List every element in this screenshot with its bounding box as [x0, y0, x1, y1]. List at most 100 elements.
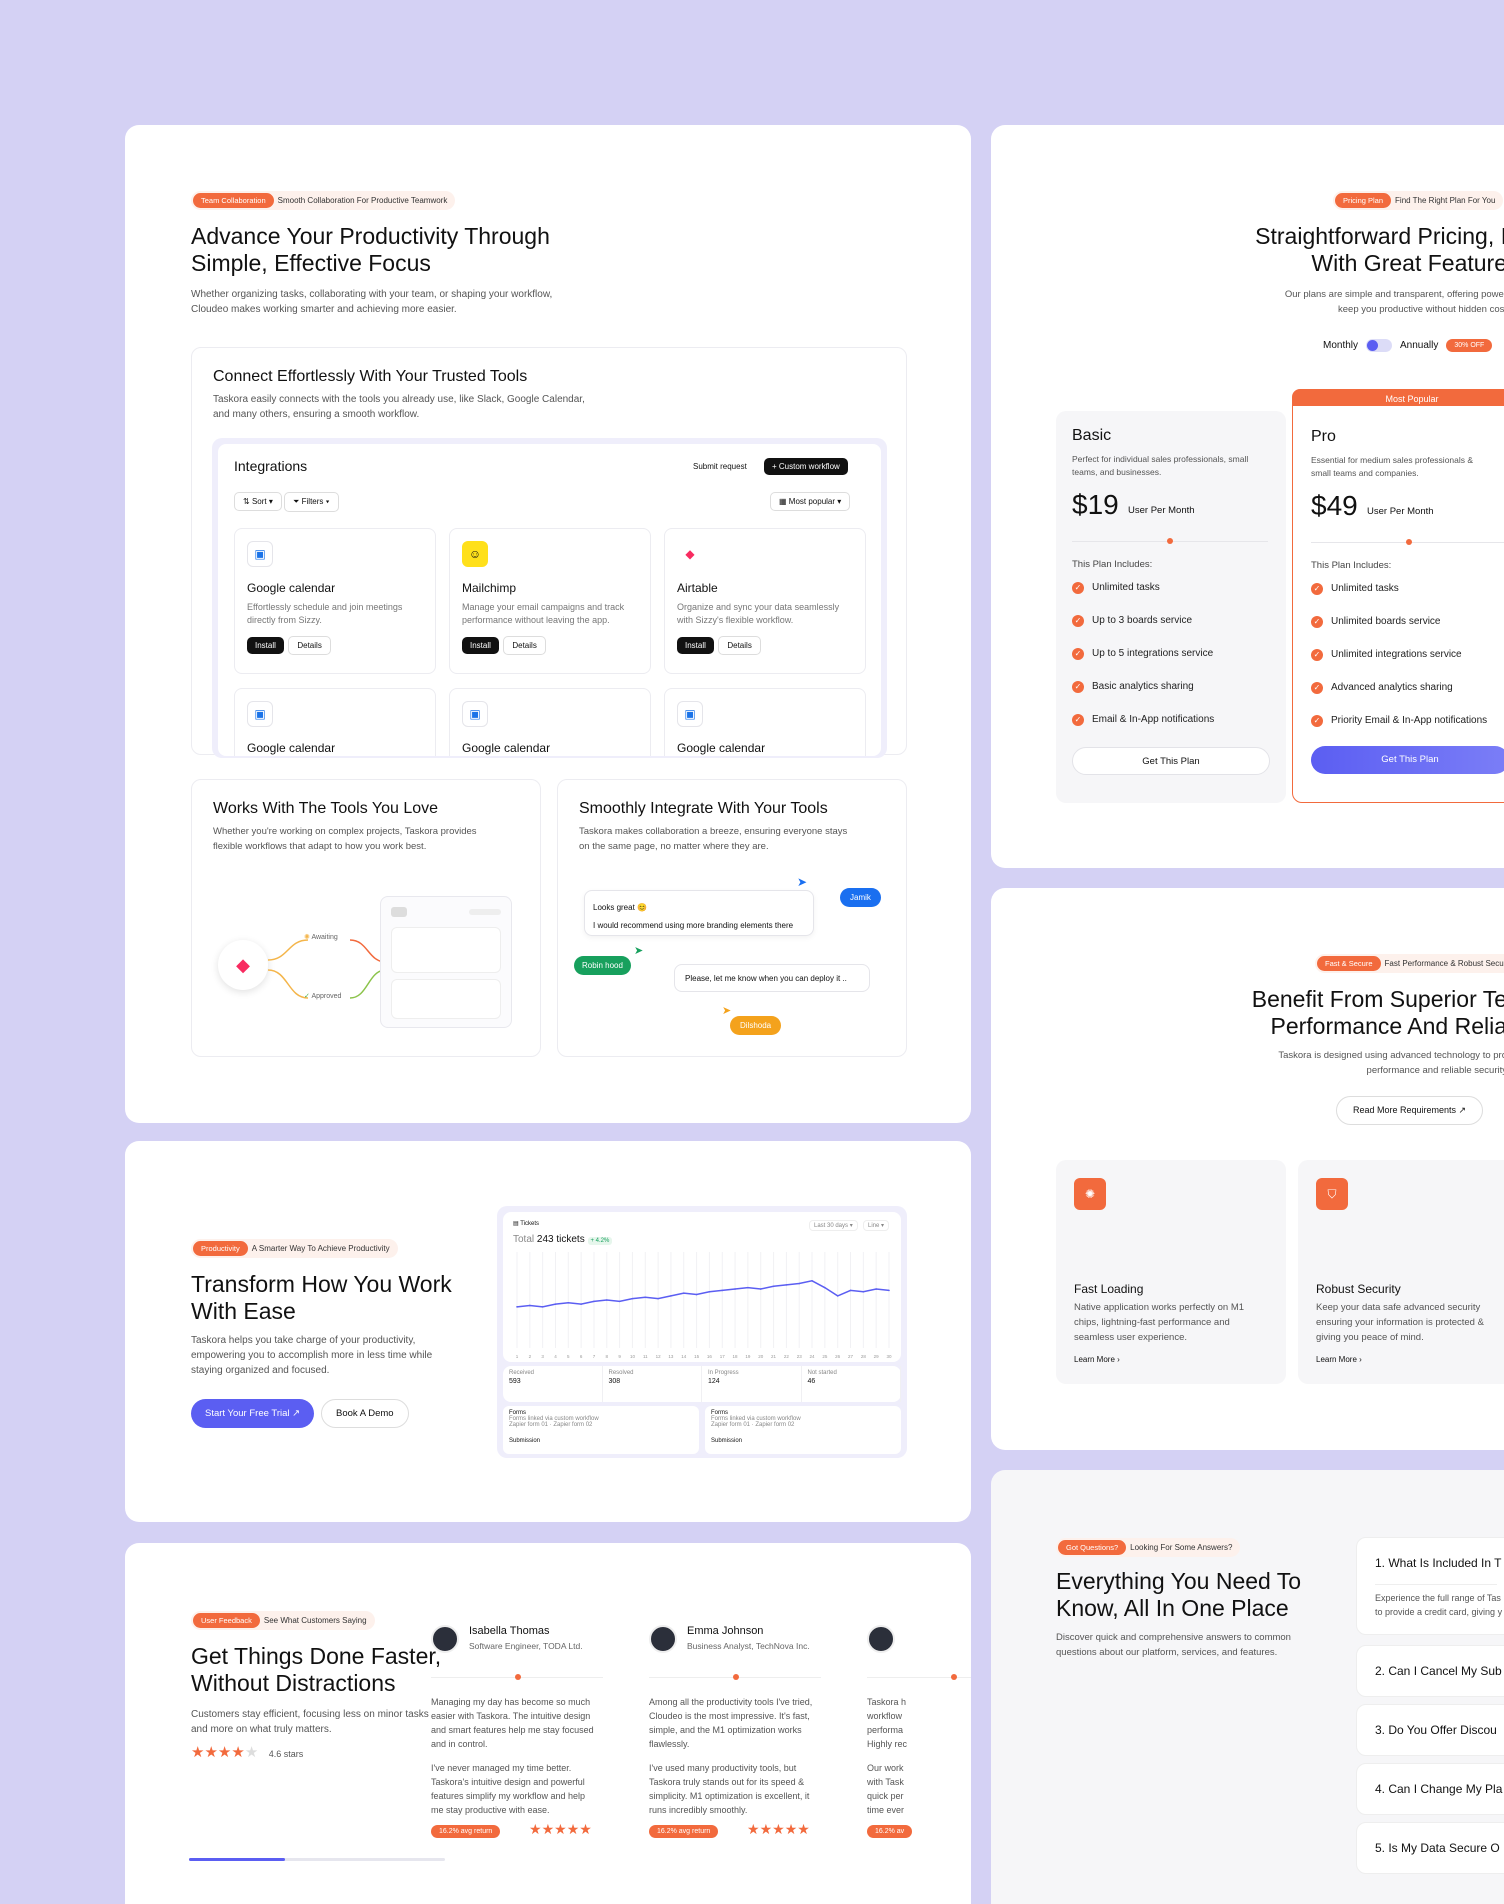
airtable-icon: ◆ [236, 954, 250, 975]
dilshoda-badge: Dilshoda [730, 1016, 782, 1035]
data-point [554, 1303, 557, 1305]
check-icon: ✓ [1311, 615, 1323, 628]
faq-item[interactable]: 3. Do You Offer Discou [1356, 1704, 1504, 1756]
data-point [605, 1299, 608, 1301]
feature-card: ⛉ Robust Security Keep your data safe ad… [1298, 1160, 1504, 1384]
get-plan-button[interactable]: Get This Plan [1072, 747, 1270, 775]
integrations-frame: Integrations Submit request + Custom wor… [212, 438, 887, 758]
data-point [772, 1285, 775, 1288]
tickets-line-chart: 1 2 3 4 5 6 7 8 9 10 11 12 13 14 15 16 17 18 19 20 21 22 23 24 2… [516, 1252, 892, 1359]
stat-cell: Resolved 308 [603, 1366, 702, 1402]
install-button[interactable]: Install [462, 637, 499, 654]
return-badge: 16.2% avg return [649, 1825, 719, 1838]
data-point [541, 1306, 544, 1308]
forms-panel: Forms Forms linked via custom workflow Za… [503, 1406, 699, 1454]
feature-title: Fast Loading [1074, 1282, 1144, 1296]
section-tag: Fast & Secure Fast Performance & Robust S… [1315, 954, 1504, 973]
integration-card: ▣ Google calendar [449, 688, 651, 756]
x-tick-label: 7 [593, 1354, 596, 1359]
google-calendar-icon: ▣ [247, 701, 273, 727]
faq-item[interactable]: 2. Can I Cancel My Sub [1356, 1645, 1504, 1697]
integration-desc: Organize and sync your data seamlessly wi… [677, 602, 840, 625]
jamik-badge: Jamik [840, 888, 881, 907]
chat-bubble: Looks great 😊 I would recommend using mor… [584, 890, 814, 936]
divider-dot [1167, 538, 1173, 544]
review-card: Emma Johnson Business Analyst, TechNova I… [649, 1625, 849, 1865]
custom-workflow-button[interactable]: + Custom workflow [764, 458, 848, 475]
filters-button[interactable]: ⏷ Filters ▾ [284, 492, 339, 512]
details-button[interactable]: Details [503, 636, 546, 655]
billing-toggle[interactable]: Monthly Annually 30% OFF [1323, 339, 1493, 352]
feature-item: ✓ Unlimited boards service [1311, 605, 1504, 638]
install-button[interactable]: Install [247, 637, 284, 654]
details-button[interactable]: Details [718, 636, 761, 655]
x-tick-label: 1 [516, 1354, 519, 1359]
section-tag: User Feedback See What Customers Saying [191, 1611, 375, 1630]
star-icon: ★ [747, 1821, 760, 1837]
range-select[interactable]: Last 30 days ▾ [809, 1220, 858, 1231]
integration-card: ☺ Mailchimp Manage your email campaigns … [449, 528, 651, 674]
stat-cell: Received 593 [503, 1366, 603, 1402]
faq-answer: Experience the full range of Tas to provi… [1375, 1593, 1503, 1617]
x-tick-label: 6 [580, 1354, 583, 1359]
integration-card: ▣ Google calendar [234, 688, 436, 756]
x-tick-label: 17 [720, 1354, 726, 1359]
review-text: Taskora h workflow performa Highly rec [867, 1697, 908, 1749]
tools-desc: Whether you're working on complex projec… [213, 826, 477, 852]
review-text: I've never managed my time better. Taskor… [431, 1763, 586, 1815]
price-unit: User Per Month [1367, 506, 1434, 517]
data-point [618, 1300, 621, 1303]
lightning-icon: ✺ [1074, 1178, 1106, 1210]
integration-name: Google calendar [462, 741, 551, 755]
data-point [747, 1286, 749, 1289]
sort-button[interactable]: ⇅ Sort ▾ [234, 492, 282, 511]
view-select[interactable]: Line ▾ [863, 1220, 890, 1231]
x-tick-label: 18 [733, 1354, 739, 1359]
x-tick-label: 10 [630, 1354, 636, 1359]
feature-item: ✓ Unlimited tasks [1311, 572, 1504, 605]
data-point [785, 1284, 788, 1286]
faq-item[interactable]: 4. Can I Change My Pla [1356, 1763, 1504, 1815]
check-icon: ✓ [1311, 714, 1323, 727]
learn-more-link[interactable]: Learn More › [1074, 1355, 1268, 1364]
tag-label: Team Collaboration [193, 193, 274, 208]
install-button[interactable]: Install [677, 637, 714, 654]
book-demo-button[interactable]: Book A Demo [321, 1399, 409, 1428]
check-icon: ✓ [1311, 681, 1323, 694]
feature-list: ✓ Unlimited tasks ✓ Up to 3 boards service ✓… [1072, 571, 1282, 736]
section-desc: Taskora helps you take charge of your pr… [191, 1335, 433, 1376]
security-card: Fast & Secure Fast Performance & Robust S… [991, 888, 1504, 1450]
series-line [516, 1280, 890, 1308]
x-tick-label: 2 [529, 1354, 532, 1359]
learn-more-link[interactable]: Learn More › [1316, 1355, 1504, 1364]
x-tick-label: 9 [618, 1354, 621, 1359]
read-more-button[interactable]: Read More Requirements ↗ [1336, 1096, 1484, 1125]
submit-request-button[interactable]: Submit request [685, 458, 755, 475]
integration-card: ◆ Airtable Organize and sync your data s… [664, 528, 866, 674]
transform-card: Productivity A Smarter Way To Achieve Pro… [125, 1141, 971, 1522]
forms-panel: Forms Forms linked via custom workflow Za… [705, 1406, 901, 1454]
chat-bubble: Please, let me know when you can deploy … [674, 964, 870, 992]
details-button[interactable]: Details [288, 636, 331, 655]
start-trial-button[interactable]: Start Your Free Trial ↗ [191, 1399, 315, 1428]
data-point [721, 1289, 724, 1292]
x-tick-label: 20 [758, 1354, 764, 1359]
chat-panel: Smoothly Integrate With Your Tools Tasko… [557, 779, 907, 1057]
x-tick-label: 28 [861, 1354, 867, 1359]
check-icon: ✓ [1311, 648, 1323, 661]
get-plan-button[interactable]: Get This Plan [1311, 746, 1504, 774]
faq-item-open[interactable]: 1. What Is Included In T Experience the … [1356, 1537, 1504, 1635]
star-icon: ★ [244, 1744, 259, 1761]
filter-icon: ⏷ [293, 497, 302, 506]
return-badge: 16.2% av [867, 1825, 913, 1838]
includes-label: This Plan Includes: [1072, 559, 1153, 570]
slider-track[interactable] [189, 1858, 445, 1861]
star-icon: ★ [759, 1821, 773, 1837]
connect-panel: Connect Effortlessly With Your Trusted T… [191, 347, 907, 758]
feature-item: ✓ Unlimited tasks [1072, 571, 1282, 604]
most-popular-select[interactable]: ▦ Most popular ▾ [770, 492, 851, 511]
robin-badge: Robin hood [574, 956, 631, 975]
faq-item[interactable]: 5. Is My Data Secure O [1356, 1822, 1504, 1874]
divider-dot [1406, 539, 1412, 545]
data-point [862, 1290, 865, 1293]
